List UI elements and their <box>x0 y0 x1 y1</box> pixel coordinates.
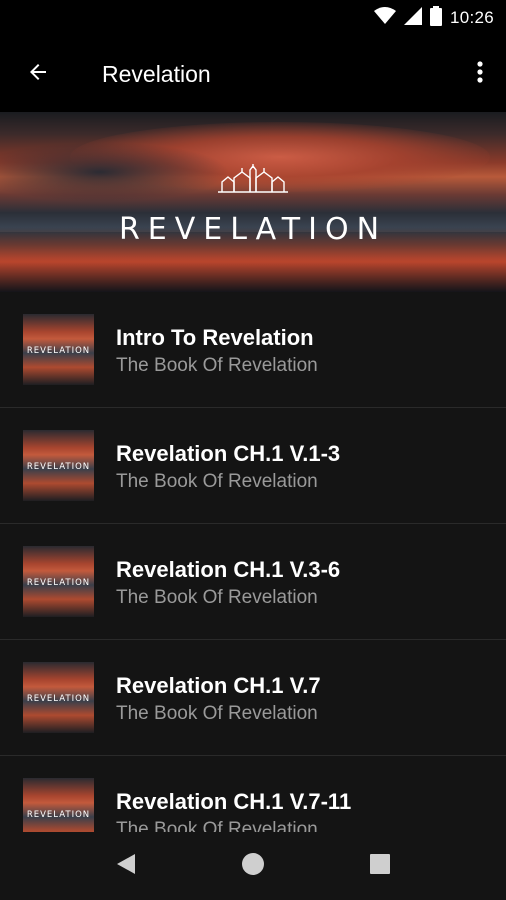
episode-thumbnail: REVELATION <box>23 314 94 385</box>
more-vert-icon <box>477 60 483 89</box>
thumbnail-label: REVELATION <box>26 810 91 820</box>
list-item[interactable]: REVELATION Intro To Revelation The Book … <box>0 292 506 408</box>
episode-thumbnail: REVELATION <box>23 430 94 501</box>
app-bar: Revelation <box>0 36 506 112</box>
system-nav-bar <box>0 832 506 900</box>
episode-title: Revelation CH.1 V.3-6 <box>116 557 341 582</box>
episode-title: Revelation CH.1 V.1-3 <box>116 441 341 466</box>
thumbnail-label: REVELATION <box>26 694 91 704</box>
back-button[interactable] <box>18 54 58 94</box>
nav-home-icon <box>241 852 265 881</box>
status-bar: 10:26 <box>0 0 506 36</box>
thumbnail-label: REVELATION <box>26 462 91 472</box>
battery-icon <box>429 5 442 31</box>
episode-title: Revelation CH.1 V.7 <box>116 673 321 698</box>
status-time: 10:26 <box>449 8 494 27</box>
nav-back-button[interactable] <box>110 850 142 882</box>
overflow-menu-button[interactable] <box>468 54 492 94</box>
episode-list: REVELATION Intro To Revelation The Book … <box>0 292 506 871</box>
signal-icon <box>403 6 422 30</box>
list-item[interactable]: REVELATION Revelation CH.1 V.1-3 The Boo… <box>0 408 506 524</box>
episode-subtitle: The Book Of Revelation <box>116 703 318 724</box>
episode-title: Intro To Revelation <box>116 325 314 350</box>
church-logo-icon <box>218 164 288 199</box>
list-item[interactable]: REVELATION Revelation CH.1 V.3-6 The Boo… <box>0 524 506 640</box>
nav-recents-icon <box>369 853 391 880</box>
episode-thumbnail: REVELATION <box>23 662 94 733</box>
nav-back-icon <box>115 852 137 881</box>
thumbnail-label: REVELATION <box>26 578 91 588</box>
page-title: Revelation <box>102 61 211 87</box>
episode-subtitle: The Book Of Revelation <box>116 587 318 608</box>
episode-subtitle: The Book Of Revelation <box>116 471 318 492</box>
back-arrow-icon <box>26 60 50 89</box>
list-item[interactable]: REVELATION Revelation CH.1 V.7 The Book … <box>0 640 506 756</box>
nav-recents-button[interactable] <box>364 850 396 882</box>
thumbnail-label: REVELATION <box>26 346 91 356</box>
series-banner: REVELATION <box>0 112 506 292</box>
wifi-icon <box>373 6 396 30</box>
episode-thumbnail: REVELATION <box>23 546 94 617</box>
episode-title: Revelation CH.1 V.7-11 <box>116 789 352 814</box>
banner-title: REVELATION <box>118 212 388 247</box>
nav-home-button[interactable] <box>237 850 269 882</box>
banner-cloud-dark <box>0 142 230 202</box>
episode-subtitle: The Book Of Revelation <box>116 355 318 376</box>
